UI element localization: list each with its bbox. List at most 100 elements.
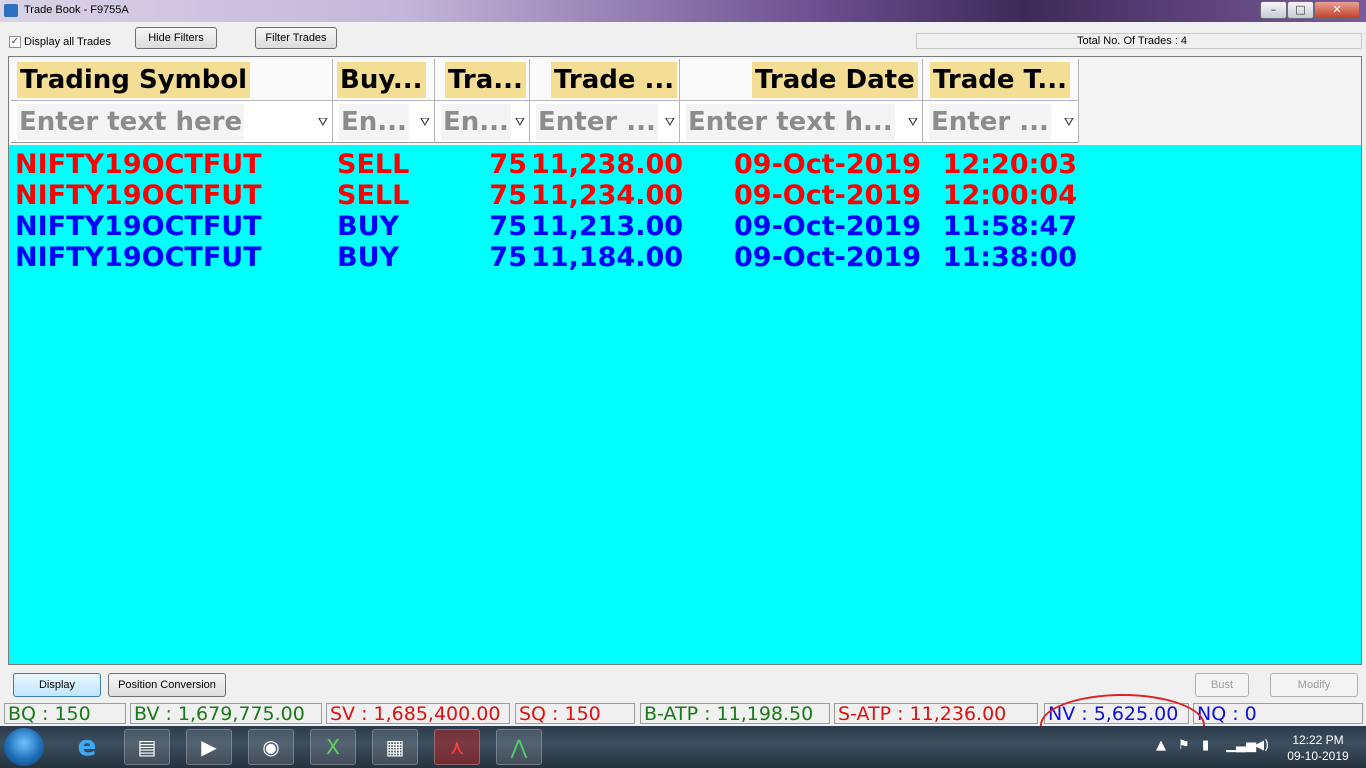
- display-all-trades-label: Display all Trades: [24, 36, 111, 48]
- cell-qty: 75: [489, 211, 527, 242]
- col-header-trade-qty[interactable]: Tra...: [435, 59, 530, 101]
- grid-header: Trading Symbol Buy... Tra... Trade ... T…: [9, 57, 1361, 145]
- cell-qty: 75: [489, 149, 527, 180]
- window-title: Trade Book - F9755A: [24, 4, 129, 16]
- cell-symbol: NIFTY19OCTFUT: [15, 149, 262, 180]
- status-net-qty: NQ : 0: [1193, 703, 1363, 724]
- network-signal-icon[interactable]: ▁▃▅: [1226, 738, 1256, 753]
- cell-side: BUY: [337, 211, 400, 242]
- filter-trade-price[interactable]: Enter ... ⛛: [530, 101, 680, 143]
- toolbar: ✓ Display all Trades Hide Filters Filter…: [0, 22, 1366, 56]
- trade-grid[interactable]: Trading Symbol Buy... Tra... Trade ... T…: [8, 56, 1362, 665]
- cell-price: 11,184.00: [531, 242, 684, 273]
- cell-qty: 75: [489, 242, 527, 273]
- media-player-icon[interactable]: ▶: [186, 729, 232, 765]
- cell-date: 09-Oct-2019: [734, 180, 921, 211]
- system-tray: ▲ ⚑ ▮ ▁▃▅ ◀): [1150, 730, 1270, 764]
- status-buy-qty: BQ : 150: [4, 703, 126, 724]
- clock-time[interactable]: 12:22 PM: [1278, 733, 1358, 747]
- cell-time: 12:20:03: [942, 149, 1077, 180]
- filter-trades-button[interactable]: Filter Trades: [255, 27, 337, 49]
- action-center-icon[interactable]: ⚑: [1178, 738, 1190, 753]
- table-row[interactable]: NIFTY19OCTFUT SELL 75 11,234.00 09-Oct-2…: [9, 180, 1109, 211]
- total-trades-box: Total No. Of Trades : 4: [916, 33, 1362, 49]
- filter-placeholder: Enter ...: [929, 104, 1051, 140]
- status-sell-qty: SQ : 150: [515, 703, 635, 724]
- power-icon[interactable]: ▮: [1202, 738, 1209, 753]
- filter-funnel-icon[interactable]: ⛛: [515, 115, 525, 130]
- cell-date: 09-Oct-2019: [734, 149, 921, 180]
- filter-trade-time[interactable]: Enter ... ⛛: [923, 101, 1079, 143]
- filter-funnel-icon[interactable]: ⛛: [1064, 115, 1074, 130]
- cell-date: 09-Oct-2019: [734, 211, 921, 242]
- maximize-button[interactable]: □: [1287, 1, 1314, 19]
- table-row[interactable]: NIFTY19OCTFUT SELL 75 11,238.00 09-Oct-2…: [9, 149, 1109, 180]
- trading-terminal-icon[interactable]: ⋀: [496, 729, 542, 765]
- filter-placeholder: Enter ...: [536, 104, 658, 140]
- excel-icon[interactable]: X: [310, 729, 356, 765]
- title-bar: Trade Book - F9755A – □ ✕: [0, 0, 1366, 22]
- display-all-trades-checkbox[interactable]: ✓: [9, 36, 21, 48]
- cell-symbol: NIFTY19OCTFUT: [15, 211, 262, 242]
- position-conversion-button[interactable]: Position Conversion: [108, 673, 226, 697]
- cell-time: 11:38:00: [942, 242, 1077, 273]
- chrome-icon[interactable]: ◉: [248, 729, 294, 765]
- col-header-trade-date[interactable]: Trade Date: [680, 59, 923, 101]
- cell-price: 11,234.00: [531, 180, 684, 211]
- filter-placeholder: En...: [339, 104, 409, 140]
- status-sell-value: SV : 1,685,400.00: [326, 703, 510, 724]
- file-explorer-icon[interactable]: ▤: [124, 729, 170, 765]
- filter-placeholder: Enter text here: [17, 104, 245, 140]
- close-button[interactable]: ✕: [1314, 1, 1360, 19]
- filter-funnel-icon[interactable]: ⛛: [318, 115, 328, 130]
- col-header-label: Trade T...: [930, 62, 1070, 98]
- filter-funnel-icon[interactable]: ⛛: [665, 115, 675, 130]
- col-header-label: Trade Date: [752, 62, 918, 98]
- filter-buy-sell[interactable]: En... ⛛: [333, 101, 435, 143]
- filter-placeholder: En...: [441, 104, 511, 140]
- filter-funnel-icon[interactable]: ⛛: [908, 115, 918, 130]
- clock-date[interactable]: 09-10-2019: [1278, 749, 1358, 763]
- cell-time: 11:58:47: [942, 211, 1077, 242]
- filter-funnel-icon[interactable]: ⛛: [420, 115, 430, 130]
- cell-side: SELL: [337, 149, 410, 180]
- filter-trading-symbol[interactable]: Enter text here ⛛: [11, 101, 333, 143]
- cell-date: 09-Oct-2019: [734, 242, 921, 273]
- calculator-icon[interactable]: ▦: [372, 729, 418, 765]
- col-header-buy-sell[interactable]: Buy...: [333, 59, 435, 101]
- acrobat-icon[interactable]: ⋏: [434, 729, 480, 765]
- col-header-trade-time[interactable]: Trade T...: [923, 59, 1079, 101]
- filter-trade-date[interactable]: Enter text h... ⛛: [680, 101, 923, 143]
- display-button[interactable]: Display: [13, 673, 101, 697]
- taskbar: e ▤ ▶ ◉ X ▦ ⋏ ⋀ ▲ ⚑ ▮ ▁▃▅ ◀) 12:22 PM 09…: [0, 726, 1366, 768]
- cell-symbol: NIFTY19OCTFUT: [15, 180, 262, 211]
- app-icon: [4, 4, 18, 17]
- cell-side: SELL: [337, 180, 410, 211]
- status-buy-atp: B-ATP : 11,198.50: [640, 703, 830, 724]
- cell-qty: 75: [489, 180, 527, 211]
- filter-trade-qty[interactable]: En... ⛛: [435, 101, 530, 143]
- col-header-trading-symbol[interactable]: Trading Symbol: [11, 59, 333, 101]
- minimize-button[interactable]: –: [1260, 1, 1287, 19]
- cell-time: 12:00:04: [942, 180, 1077, 211]
- col-header-label: Trading Symbol: [17, 62, 251, 98]
- cell-side: BUY: [337, 242, 400, 273]
- cell-price: 11,213.00: [531, 211, 684, 242]
- col-header-label: Tra...: [445, 62, 526, 98]
- filter-placeholder: Enter text h...: [686, 104, 895, 140]
- table-row[interactable]: NIFTY19OCTFUT BUY 75 11,184.00 09-Oct-20…: [9, 242, 1109, 273]
- bust-button[interactable]: Bust: [1195, 673, 1249, 697]
- col-header-label: Buy...: [337, 62, 426, 98]
- hide-filters-button[interactable]: Hide Filters: [135, 27, 217, 49]
- table-row[interactable]: NIFTY19OCTFUT BUY 75 11,213.00 09-Oct-20…: [9, 211, 1109, 242]
- modify-button[interactable]: Modify: [1270, 673, 1358, 697]
- internet-explorer-icon[interactable]: e: [64, 729, 110, 765]
- tray-expand-icon[interactable]: ▲: [1156, 738, 1166, 753]
- start-button[interactable]: [4, 728, 44, 766]
- col-header-label: Trade ...: [551, 62, 678, 98]
- total-trades-count: Total No. Of Trades : 4: [1077, 35, 1188, 47]
- cell-symbol: NIFTY19OCTFUT: [15, 242, 262, 273]
- status-buy-value: BV : 1,679,775.00: [130, 703, 322, 724]
- col-header-trade-price[interactable]: Trade ...: [530, 59, 680, 101]
- volume-icon[interactable]: ◀): [1254, 738, 1269, 753]
